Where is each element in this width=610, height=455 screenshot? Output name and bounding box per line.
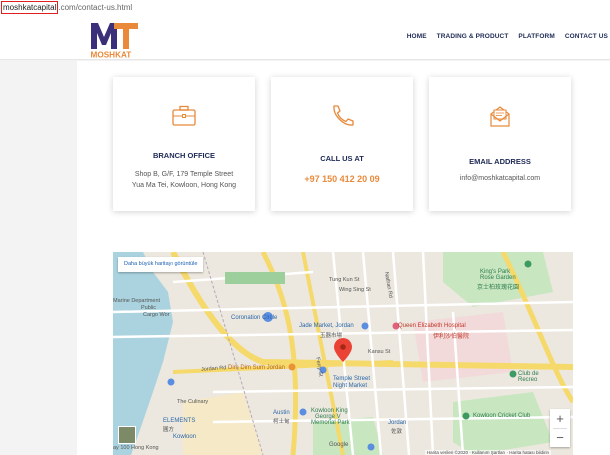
branch-office-address: Shop B, G/F, 179 Temple Street Yua Ma Te… bbox=[123, 169, 245, 191]
map-label-hongkong: ay 100 Hong Kong bbox=[113, 445, 159, 451]
street-view-icon[interactable] bbox=[118, 426, 136, 444]
map-label-wingsing: Wing Sing St bbox=[339, 287, 371, 293]
map-label-memorial: Memorial Park bbox=[311, 420, 350, 426]
map-label-cricket: Kowloon Cricket Club bbox=[473, 413, 531, 419]
site-header: MOSHKAT HOME TRADING & PRODUCT PLATFORM … bbox=[0, 16, 610, 60]
nav-trading-product[interactable]: TRADING & PRODUCT bbox=[437, 33, 509, 40]
location-pin-icon bbox=[334, 338, 352, 362]
map-label-night: Night Market bbox=[333, 383, 368, 389]
nav-contact-us[interactable]: CONTACT US bbox=[565, 33, 608, 40]
map-label-kings-zh: 京士柏玫瑰花園 bbox=[477, 285, 520, 291]
call-us-title: CALL US AT bbox=[320, 154, 364, 163]
map-label-recreo: Recreo bbox=[518, 377, 538, 383]
email-title: EMAIL ADDRESS bbox=[469, 157, 531, 166]
map-label-austin: Austin bbox=[273, 410, 290, 416]
map-label-queen: Queen Elizabeth Hospital bbox=[398, 323, 466, 329]
map-label-jade-zh: 玉器市場 bbox=[320, 333, 343, 339]
map-attribution[interactable]: Harita verileri ©2020 · Kullanım Şartlar… bbox=[424, 450, 551, 455]
zoom-control: + − bbox=[550, 409, 570, 447]
zoom-in-button[interactable]: + bbox=[550, 409, 570, 428]
contact-content: BRANCH OFFICE Shop B, G/F, 179 Temple St… bbox=[77, 61, 610, 455]
larger-map-button[interactable]: Daha büyük haritayı görüntüle bbox=[118, 257, 204, 272]
main-nav: HOME TRADING & PRODUCT PLATFORM CONTACT … bbox=[407, 33, 608, 40]
email-address[interactable]: info@moshkatcapital.com bbox=[429, 175, 571, 182]
address-line-2: Yua Ma Tei, Kowloon, Hong Kong bbox=[131, 182, 237, 189]
map-label-elements: ELEMENTS bbox=[163, 418, 196, 424]
map-label-cargo: Cargo Wor bbox=[143, 312, 170, 318]
phone-number[interactable]: +97 150 412 20 09 bbox=[271, 174, 413, 184]
map-label-jordan: Jordan bbox=[388, 420, 407, 426]
map-label-culinary: The Culinary bbox=[177, 399, 209, 405]
map-label-queen-zh: 伊利沙伯醫院 bbox=[433, 334, 470, 340]
envelope-icon bbox=[490, 106, 510, 127]
map-label-dimsum: Dim Dim Sum Jordan bbox=[228, 365, 286, 371]
map-label-jade: Jade Market, Jordan bbox=[299, 323, 354, 329]
call-us-card: CALL US AT +97 150 412 20 09 bbox=[271, 77, 413, 211]
map-label-jordan-zh: 佐敦 bbox=[391, 429, 403, 435]
map-label-austin-zh: 柯士甸 bbox=[273, 419, 290, 425]
map-label-kansu: Kansu St bbox=[368, 349, 391, 355]
branch-office-card: BRANCH OFFICE Shop B, G/F, 179 Temple St… bbox=[113, 77, 255, 211]
google-logo: Google bbox=[329, 442, 349, 448]
url-host: moshkatcapital bbox=[1, 1, 59, 14]
map-label-public: Public bbox=[141, 305, 156, 311]
address-line-1: Shop B, G/F, 179 Temple Street bbox=[134, 171, 234, 178]
logo-text: MOSHKAT bbox=[91, 51, 132, 60]
url-path: .com/contact-us.html bbox=[58, 3, 133, 12]
email-card: EMAIL ADDRESS info@moshkatcapital.com bbox=[429, 77, 571, 211]
logo-mark-icon: MOSHKAT bbox=[91, 23, 138, 60]
nav-home[interactable]: HOME bbox=[407, 33, 427, 40]
briefcase-icon bbox=[172, 105, 196, 126]
address-bar[interactable]: moshkatcapital .com/contact-us.html bbox=[0, 0, 610, 16]
map-label-coronation: Coronation Circle bbox=[231, 315, 278, 321]
zoom-out-button[interactable]: − bbox=[550, 428, 570, 447]
map-label-rose: Rose Garden bbox=[480, 275, 516, 281]
google-map[interactable]: Daha büyük haritayı görüntüle Coronation… bbox=[113, 252, 573, 455]
map-label-temple: Temple Street bbox=[333, 376, 371, 382]
map-label-tungkun: Tung Kun St bbox=[329, 277, 360, 283]
branch-office-title: BRANCH OFFICE bbox=[152, 151, 216, 160]
map-label-kowloon: Kowloon bbox=[173, 434, 197, 440]
site-logo[interactable]: MOSHKAT bbox=[90, 19, 142, 60]
phone-icon bbox=[333, 105, 354, 126]
map-label-marine: Marine Department bbox=[113, 298, 161, 304]
nav-platform[interactable]: PLATFORM bbox=[518, 33, 554, 40]
map-label-elements-zh: 圓方 bbox=[163, 427, 175, 433]
